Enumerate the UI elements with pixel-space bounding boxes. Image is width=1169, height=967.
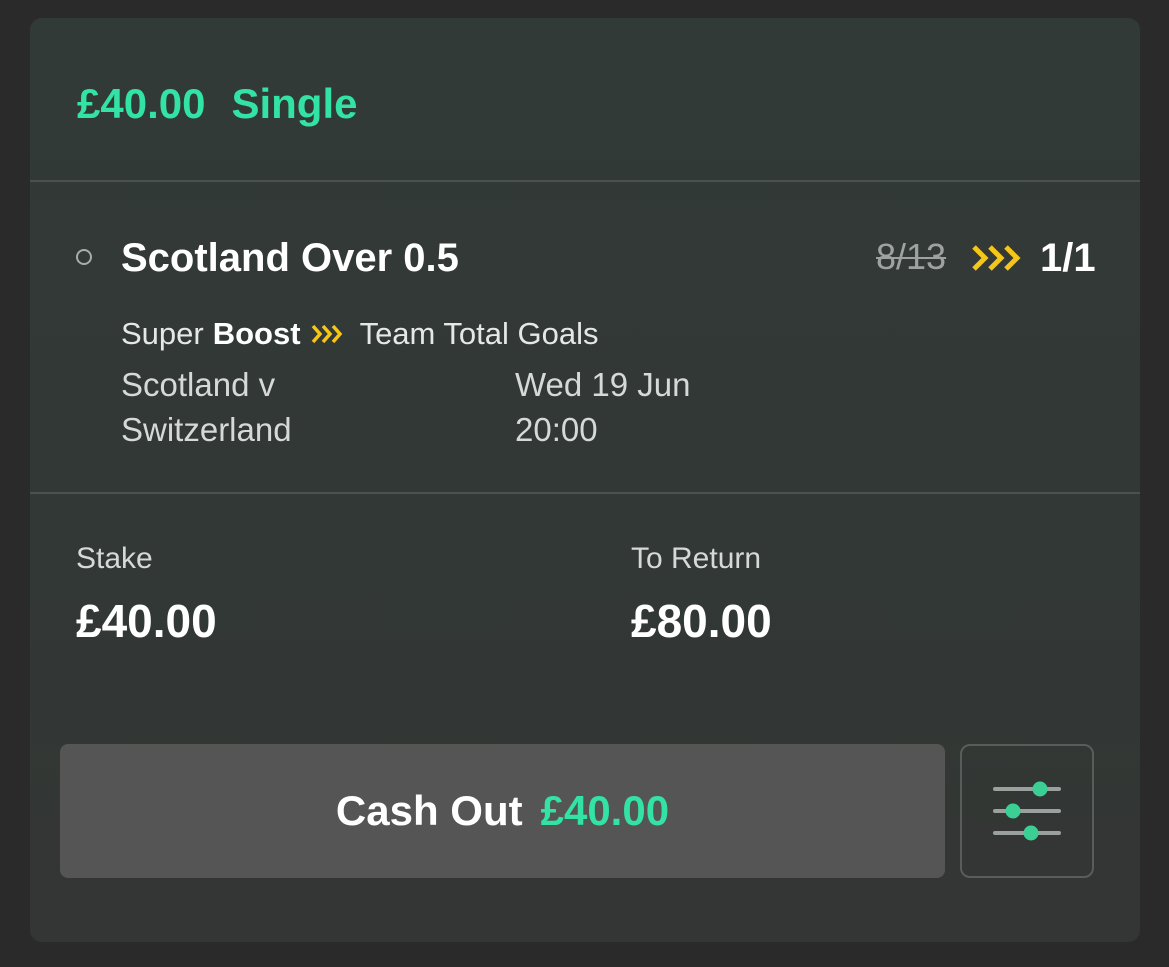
event-line-2: Switzerland: [121, 411, 292, 448]
selection-name: Scotland Over 0.5: [121, 236, 459, 280]
event-line-1: Scotland v: [121, 366, 276, 403]
boost-label: Boost: [212, 316, 301, 351]
boost-prefix: Super: [121, 316, 204, 351]
return-label: To Return: [631, 542, 762, 575]
event-date: Wed 19 Jun: [515, 366, 691, 403]
boost-market-line: Super Boost Team Total Goals: [121, 316, 599, 352]
bet-title: £40.00 Single: [77, 80, 358, 128]
event-name: Scotland v Switzerland: [121, 362, 292, 452]
bet-header: £40.00 Single: [30, 18, 1140, 181]
cash-out-settings-button[interactable]: [960, 744, 1094, 878]
cash-out-label: Cash Out: [335, 787, 523, 834]
boost-chevrons-icon: [311, 324, 342, 344]
market-name: Team Total Goals: [359, 316, 599, 351]
boost-chevrons-icon: [972, 245, 1021, 271]
return-value: £80.00: [631, 595, 772, 647]
open-status-circle-icon: [76, 249, 92, 265]
selection-divider: [30, 492, 1140, 494]
old-odds: 8/13: [876, 236, 947, 277]
bet-card: £40.00 Single Scotland Over 0.5 8/13 1/1 …: [30, 18, 1140, 942]
cash-out-amount: £40.00: [540, 787, 670, 834]
event-time: 20:00: [515, 411, 598, 448]
stake-value: £40.00: [76, 595, 217, 647]
new-odds: 1/1: [1040, 236, 1096, 280]
bet-stake-amount: £40.00: [77, 80, 206, 127]
cash-out-button[interactable]: Cash Out £40.00: [60, 744, 945, 878]
header-divider: [30, 180, 1140, 182]
event-datetime: Wed 19 Jun 20:00: [515, 362, 691, 452]
bet-type: Single: [231, 80, 358, 127]
sliders-icon: [993, 781, 1061, 841]
stake-label: Stake: [76, 542, 153, 575]
